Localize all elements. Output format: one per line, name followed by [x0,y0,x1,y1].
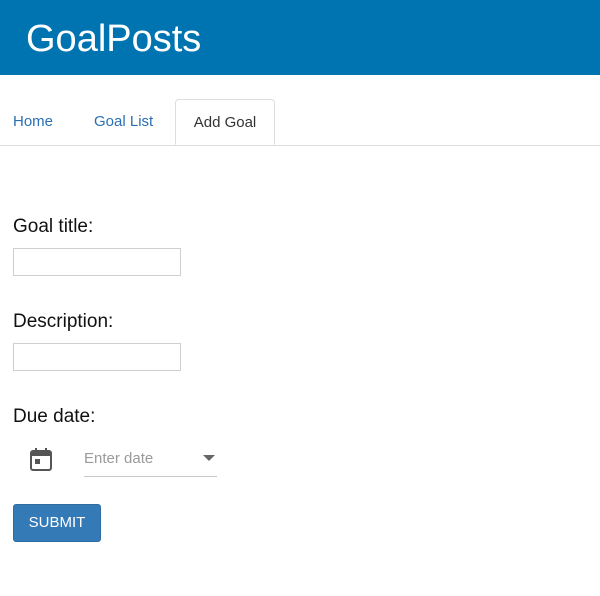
goal-title-input[interactable] [13,248,181,276]
tab-add-goal[interactable]: Add Goal [175,99,275,145]
app-title: GoalPosts [26,18,202,60]
app-header: GoalPosts [0,0,600,75]
tab-goal-list[interactable]: Goal List [94,99,153,145]
submit-button[interactable]: SUBMIT [13,504,101,542]
calendar-icon[interactable] [30,447,52,471]
description-input[interactable] [13,343,181,371]
due-date-picker[interactable]: Enter date [84,443,217,477]
due-date-placeholder: Enter date [84,450,154,467]
nav-tabs: Home Goal List Add Goal [0,99,600,146]
tab-home[interactable]: Home [13,99,53,145]
chevron-down-icon [203,455,215,461]
goal-title-label: Goal title: [13,216,94,237]
due-date-label: Due date: [13,406,96,427]
description-label: Description: [13,311,114,332]
